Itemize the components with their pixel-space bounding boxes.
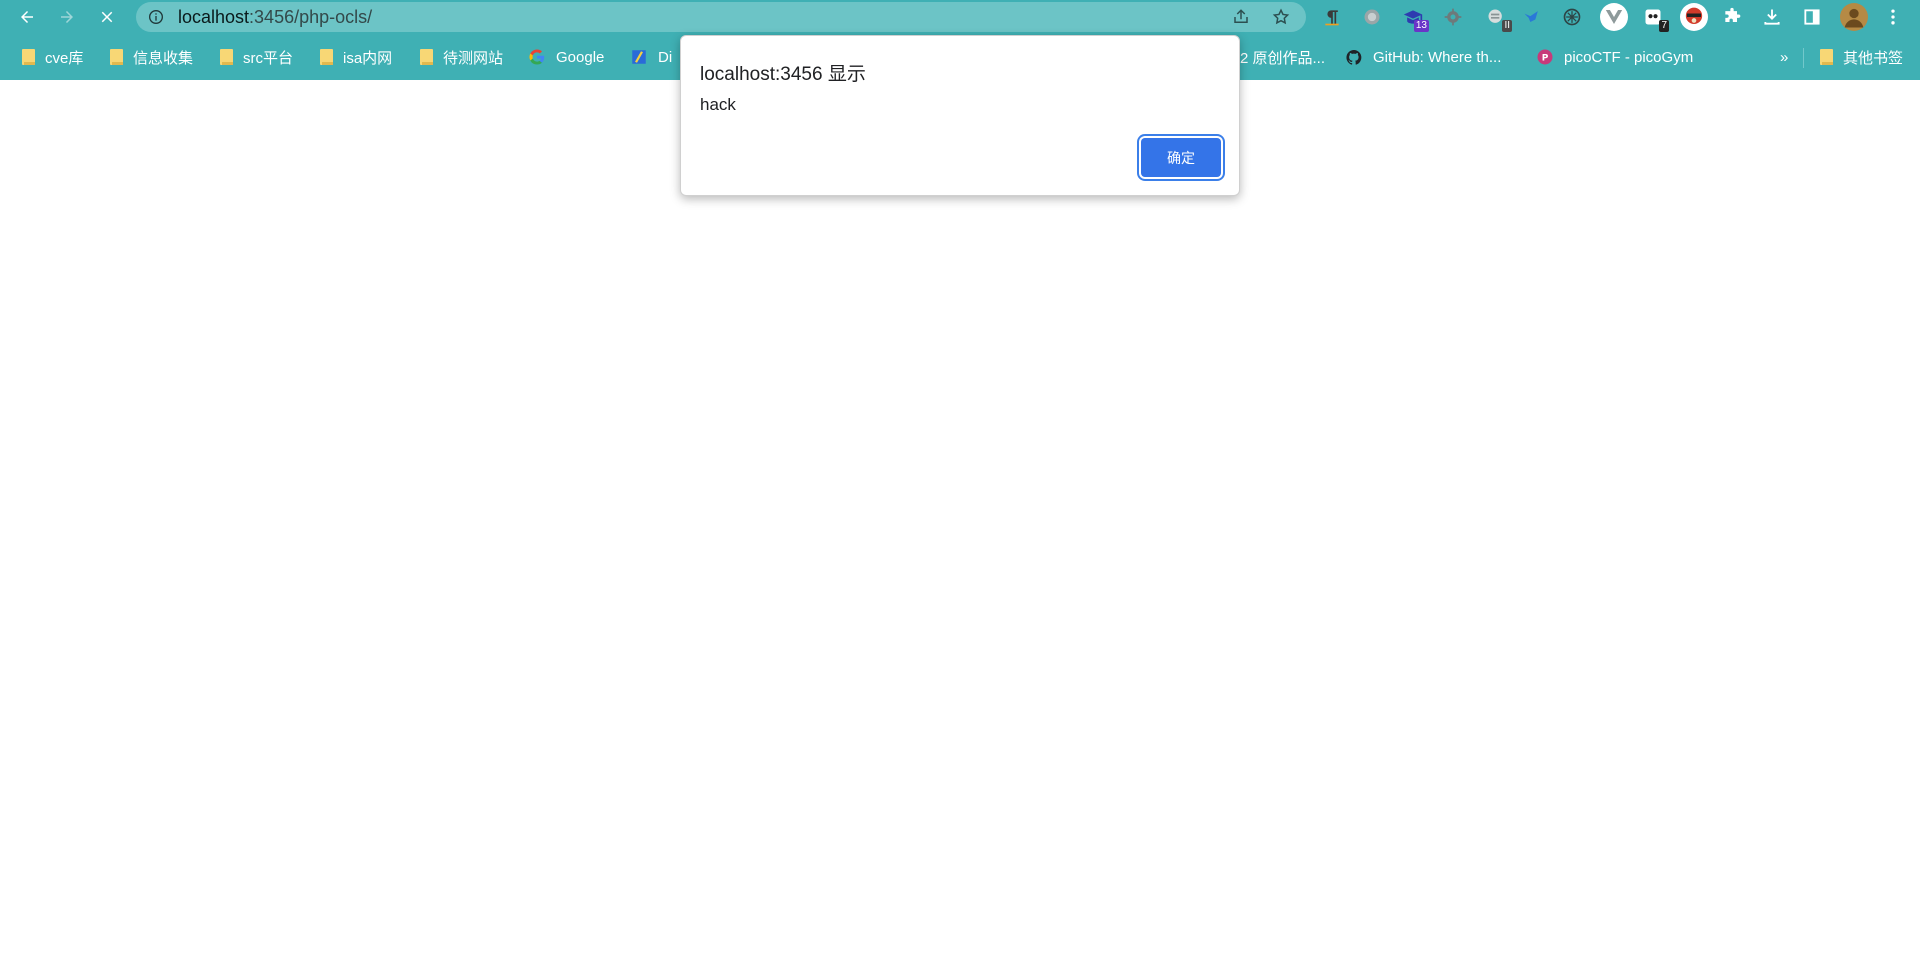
bookmark-label: 其他书签: [1843, 49, 1904, 67]
bookmark-label: 待测网站: [443, 49, 504, 67]
folder-icon: [110, 49, 123, 65]
folder-icon: [420, 49, 433, 65]
bookmark-folder[interactable]: 待测网站: [420, 45, 503, 69]
extension-badge: 13: [1413, 20, 1429, 32]
google-icon: [528, 48, 546, 66]
bookmark-label: 2 原创作品...: [1240, 49, 1326, 67]
gear-extension-icon[interactable]: [1441, 5, 1465, 29]
bookmark-link[interactable]: P picoCTF - picoGym: [1536, 45, 1693, 69]
share-icon[interactable]: [1232, 8, 1250, 26]
picoctf-icon: P: [1536, 48, 1554, 66]
bookmark-label: picoCTF - picoGym: [1564, 48, 1694, 66]
site-icon: [630, 48, 648, 66]
alert-dialog: localhost:3456 显示 hack 确定: [680, 35, 1240, 196]
extensions-puzzle-icon[interactable]: [1720, 5, 1744, 29]
page-content: [0, 80, 1920, 971]
bookmark-label: 信息收集: [133, 49, 194, 67]
profile-avatar[interactable]: [1839, 2, 1869, 32]
folder-icon: [22, 49, 35, 65]
folder-icon: [220, 49, 233, 65]
vue-devtools-extension-icon[interactable]: [1599, 2, 1629, 32]
other-bookmarks-folder[interactable]: 其他书签: [1820, 45, 1903, 69]
site-info-icon[interactable]: [148, 9, 164, 25]
forward-button[interactable]: [54, 4, 80, 30]
stop-loading-button[interactable]: [94, 4, 120, 30]
ok-button[interactable]: 确定: [1141, 138, 1221, 177]
bookmark-label: Di: [658, 48, 673, 66]
side-panel-icon[interactable]: [1800, 5, 1824, 29]
wappalyzer-extension-icon[interactable]: II: [1484, 5, 1512, 32]
forward-arrow-icon: [61, 11, 73, 23]
dialog-message: hack: [700, 95, 736, 114]
overflow-chevron-icon: »: [1780, 48, 1789, 66]
bookmark-folder[interactable]: src平台: [220, 45, 293, 69]
back-button[interactable]: [14, 4, 40, 30]
bookmark-label: isa内网: [343, 49, 393, 67]
url-path: :3456/php-ocls/: [249, 7, 373, 27]
extension-badge: II: [1502, 20, 1512, 32]
dialog-title: localhost:3456 显示: [700, 64, 866, 85]
folder-icon: [1820, 49, 1833, 65]
bird-extension-icon[interactable]: [1520, 5, 1544, 29]
bookmark-link[interactable]: GitHub: Where th...: [1345, 45, 1501, 69]
svg-text:P: P: [1542, 53, 1549, 63]
bookmarks-separator: [1803, 48, 1804, 68]
bookmark-folder[interactable]: isa内网: [320, 45, 392, 69]
bookmark-label: Google: [556, 48, 605, 66]
monocle-extension-icon[interactable]: [1679, 2, 1709, 32]
graduation-cap-extension-icon[interactable]: 13: [1401, 5, 1429, 32]
download-icon[interactable]: [1760, 5, 1784, 29]
bookmark-star-icon[interactable]: [1272, 8, 1290, 26]
bookmark-label: cve库: [45, 49, 84, 67]
more-menu-icon[interactable]: [1881, 5, 1905, 29]
address-bar[interactable]: localhost:3456/php-ocls/: [136, 2, 1306, 32]
url-host: localhost: [178, 7, 250, 27]
browser-toolbar: localhost:3456/php-ocls/ 13 II 7: [0, 0, 1920, 34]
back-arrow-icon: [21, 11, 33, 23]
bookmark-label: GitHub: Where th...: [1373, 48, 1502, 66]
bookmark-link[interactable]: 2 原创作品...: [1240, 45, 1325, 69]
bookmark-folder[interactable]: cve库: [22, 45, 83, 69]
url-text[interactable]: localhost:3456/php-ocls/: [178, 7, 372, 28]
folder-icon: [320, 49, 333, 65]
bookmarks-overflow-button[interactable]: »: [1780, 45, 1788, 69]
circle-extension-icon[interactable]: [1360, 5, 1384, 29]
close-icon: [101, 11, 113, 23]
bookmark-link[interactable]: Google: [528, 45, 604, 69]
github-icon: [1345, 48, 1363, 66]
bookmark-link[interactable]: Di: [630, 45, 672, 69]
bookmark-folder[interactable]: 信息收集: [110, 45, 193, 69]
extension-badge: 7: [1659, 20, 1669, 32]
compass-extension-icon[interactable]: [1560, 5, 1584, 29]
panda-extension-icon[interactable]: 7: [1641, 5, 1669, 32]
pilcrow-extension-icon[interactable]: [1320, 5, 1344, 29]
bookmark-label: src平台: [243, 49, 293, 67]
